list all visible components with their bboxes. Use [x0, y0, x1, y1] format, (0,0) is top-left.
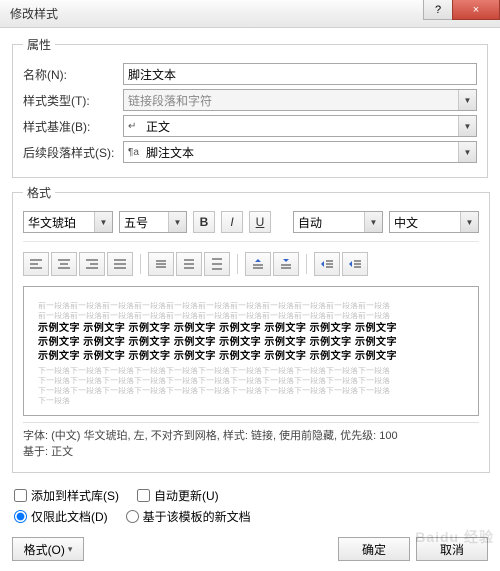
window-buttons: ? ×	[424, 0, 500, 20]
spacing-2-button[interactable]	[204, 252, 230, 276]
align-right-button[interactable]	[79, 252, 105, 276]
following-style-combo[interactable]: ¶a 脚注文本 ▼	[123, 141, 477, 163]
label-style-type: 样式类型(T):	[23, 92, 123, 109]
ok-button[interactable]: 确定	[338, 537, 410, 561]
format-legend: 格式	[23, 184, 55, 201]
preview-sample-text: 示例文字 示例文字 示例文字 示例文字 示例文字 示例文字 示例文字 示例文字	[38, 336, 464, 350]
bold-button[interactable]: B	[193, 211, 215, 233]
help-button[interactable]: ?	[423, 0, 453, 20]
preview-prev-para: 前一段落前一段落前一段落前一段落前一段落前一段落前一段落前一段落前一段落前一段落…	[38, 312, 464, 319]
chevron-down-icon[interactable]: ▼	[168, 212, 186, 232]
close-button[interactable]: ×	[452, 0, 500, 20]
add-to-gallery-checkbox[interactable]: 添加到样式库(S)	[14, 487, 119, 504]
chevron-down-icon[interactable]: ▼	[94, 212, 112, 232]
pilcrow-icon: ↵	[128, 121, 140, 132]
chevron-down-icon[interactable]: ▼	[364, 212, 382, 232]
font-combo[interactable]: 华文琥珀 ▼	[23, 211, 113, 233]
dialog-footer: 格式(O) 确定 取消	[12, 537, 488, 561]
script-combo[interactable]: 中文 ▼	[389, 211, 479, 233]
properties-legend: 属性	[23, 36, 55, 53]
preview-sample-text: 示例文字 示例文字 示例文字 示例文字 示例文字 示例文字 示例文字 示例文字	[38, 322, 464, 336]
increase-space-before-button[interactable]	[245, 252, 271, 276]
label-based-on: 样式基准(B):	[23, 118, 123, 135]
chevron-down-icon[interactable]: ▼	[458, 116, 476, 136]
chevron-down-icon: ▼	[458, 90, 476, 110]
preview-next-para: 下一段落下一段落下一段落下一段落下一段落下一段落下一段落下一段落下一段落下一段落…	[38, 377, 464, 384]
underline-button[interactable]: U	[249, 211, 271, 233]
chevron-down-icon[interactable]: ▼	[460, 212, 478, 232]
style-description: 字体: (中文) 华文琥珀, 左, 不对齐到网格, 样式: 链接, 使用前隐藏,…	[23, 422, 479, 462]
decrease-indent-button[interactable]	[314, 252, 340, 276]
font-format-row: 华文琥珀 ▼ 五号 ▼ B I U 自动 ▼ 中文 ▼	[23, 207, 479, 242]
style-preview: 前一段落前一段落前一段落前一段落前一段落前一段落前一段落前一段落前一段落前一段落…	[23, 286, 479, 416]
preview-prev-para: 前一段落前一段落前一段落前一段落前一段落前一段落前一段落前一段落前一段落前一段落…	[38, 302, 464, 309]
preview-sample-text: 示例文字 示例文字 示例文字 示例文字 示例文字 示例文字 示例文字 示例文字	[38, 350, 464, 364]
linked-style-icon: ¶a	[128, 147, 140, 158]
align-justify-button[interactable]	[107, 252, 133, 276]
format-dropdown-button[interactable]: 格式(O)	[12, 537, 84, 561]
align-center-button[interactable]	[51, 252, 77, 276]
label-name: 名称(N):	[23, 66, 123, 83]
only-this-doc-radio[interactable]: 仅限此文档(D)	[14, 508, 108, 525]
chevron-down-icon[interactable]: ▼	[458, 142, 476, 162]
decrease-space-before-button[interactable]	[273, 252, 299, 276]
italic-button[interactable]: I	[221, 211, 243, 233]
preview-next-para: 下一段落	[38, 397, 464, 404]
spacing-1-button[interactable]	[148, 252, 174, 276]
auto-update-checkbox[interactable]: 自动更新(U)	[137, 487, 219, 504]
window-title: 修改样式	[10, 5, 58, 22]
align-left-button[interactable]	[23, 252, 49, 276]
spacing-15-button[interactable]	[176, 252, 202, 276]
properties-group: 属性 名称(N): 脚注文本 样式类型(T): 链接段落和字符 ▼ 样式基准(B…	[12, 36, 488, 178]
paragraph-row	[23, 248, 479, 280]
increase-indent-button[interactable]	[342, 252, 368, 276]
size-combo[interactable]: 五号 ▼	[119, 211, 187, 233]
options-area: 添加到样式库(S) 自动更新(U) 仅限此文档(D) 基于该模板的新文档	[12, 479, 488, 533]
titlebar: 修改样式 ? ×	[0, 0, 500, 28]
cancel-button[interactable]: 取消	[416, 537, 488, 561]
name-input[interactable]: 脚注文本	[123, 63, 477, 85]
color-combo[interactable]: 自动 ▼	[293, 211, 383, 233]
format-group: 格式 华文琥珀 ▼ 五号 ▼ B I U 自动 ▼ 中文 ▼	[12, 184, 490, 473]
preview-next-para: 下一段落下一段落下一段落下一段落下一段落下一段落下一段落下一段落下一段落下一段落…	[38, 387, 464, 394]
label-following-style: 后续段落样式(S):	[23, 144, 123, 161]
based-on-combo[interactable]: ↵ 正文 ▼	[123, 115, 477, 137]
preview-next-para: 下一段落下一段落下一段落下一段落下一段落下一段落下一段落下一段落下一段落下一段落…	[38, 367, 464, 374]
style-type-combo: 链接段落和字符 ▼	[123, 89, 477, 111]
template-docs-radio[interactable]: 基于该模板的新文档	[126, 508, 251, 525]
